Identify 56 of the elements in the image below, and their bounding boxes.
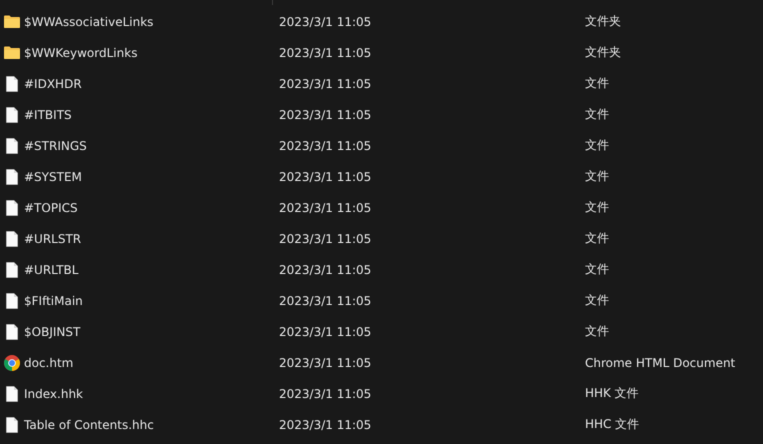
- file-name[interactable]: $OBJINST: [24, 324, 80, 338]
- file-name[interactable]: #IDXHDR: [24, 76, 82, 90]
- file-icon: [6, 386, 18, 402]
- modified-date: 2023/3/1 11:05: [279, 294, 372, 308]
- file-name[interactable]: Table of Contents.hhc: [24, 418, 154, 432]
- modified-date: 2023/3/1 11:05: [279, 232, 372, 246]
- file-type: 文件: [585, 324, 609, 338]
- file-type: 文件: [585, 262, 609, 276]
- file-name[interactable]: $WWAssociativeLinks: [24, 14, 154, 28]
- file-icon: [6, 76, 18, 92]
- modified-date: 2023/3/1 11:05: [279, 138, 372, 152]
- modified-date: 2023/3/1 11:05: [279, 324, 372, 338]
- file-name[interactable]: #SYSTEM: [24, 170, 82, 184]
- modified-date: 2023/3/1 11:05: [279, 386, 372, 400]
- file-icon: [6, 324, 18, 340]
- file-name[interactable]: #ITBITS: [24, 108, 72, 122]
- file-name[interactable]: $FIftiMain: [24, 294, 83, 308]
- modified-date: 2023/3/1 11:05: [279, 76, 372, 90]
- file-name[interactable]: #TOPICS: [24, 200, 78, 214]
- modified-date: 2023/3/1 11:05: [279, 108, 372, 122]
- file-icon: [6, 262, 18, 278]
- file-type: HHK 文件: [585, 386, 639, 400]
- file-type: 文件: [585, 138, 609, 152]
- modified-date: 2023/3/1 11:05: [279, 418, 372, 432]
- file-type: Chrome HTML Document: [585, 356, 736, 370]
- folder-icon: [4, 46, 20, 59]
- modified-date: 2023/3/1 11:05: [279, 46, 372, 60]
- file-icon: [6, 138, 18, 154]
- file-icon: [6, 168, 18, 184]
- file-type: 文件: [585, 76, 609, 90]
- file-type: 文件: [585, 293, 609, 307]
- modified-date: 2023/3/1 11:05: [279, 262, 372, 276]
- file-icon: [6, 416, 18, 432]
- file-icon: [6, 230, 18, 246]
- file-name[interactable]: doc.htm: [24, 356, 74, 370]
- chrome-icon: [4, 354, 20, 370]
- modified-date: 2023/3/1 11:05: [279, 170, 372, 184]
- file-type: 文件: [585, 169, 609, 183]
- file-type: 文件夹: [585, 14, 621, 28]
- modified-date: 2023/3/1 11:05: [279, 200, 372, 214]
- modified-date: 2023/3/1 11:05: [279, 356, 372, 370]
- file-type: 文件夹: [585, 45, 621, 59]
- file-type: 文件: [585, 107, 609, 121]
- file-name[interactable]: #URLTBL: [24, 262, 78, 276]
- file-icon: [6, 292, 18, 308]
- modified-date: 2023/3/1 11:05: [279, 14, 372, 28]
- file-type: HHC 文件: [585, 417, 640, 431]
- file-icon: [6, 200, 18, 216]
- file-type: 文件: [585, 200, 609, 214]
- file-name[interactable]: $WWKeywordLinks: [24, 46, 138, 60]
- file-name[interactable]: Index.hhk: [24, 386, 84, 400]
- folder-icon: [4, 15, 20, 28]
- file-name[interactable]: #STRINGS: [24, 138, 87, 152]
- file-name[interactable]: #URLSTR: [24, 232, 82, 246]
- file-icon: [6, 106, 18, 122]
- file-type: 文件: [585, 231, 609, 245]
